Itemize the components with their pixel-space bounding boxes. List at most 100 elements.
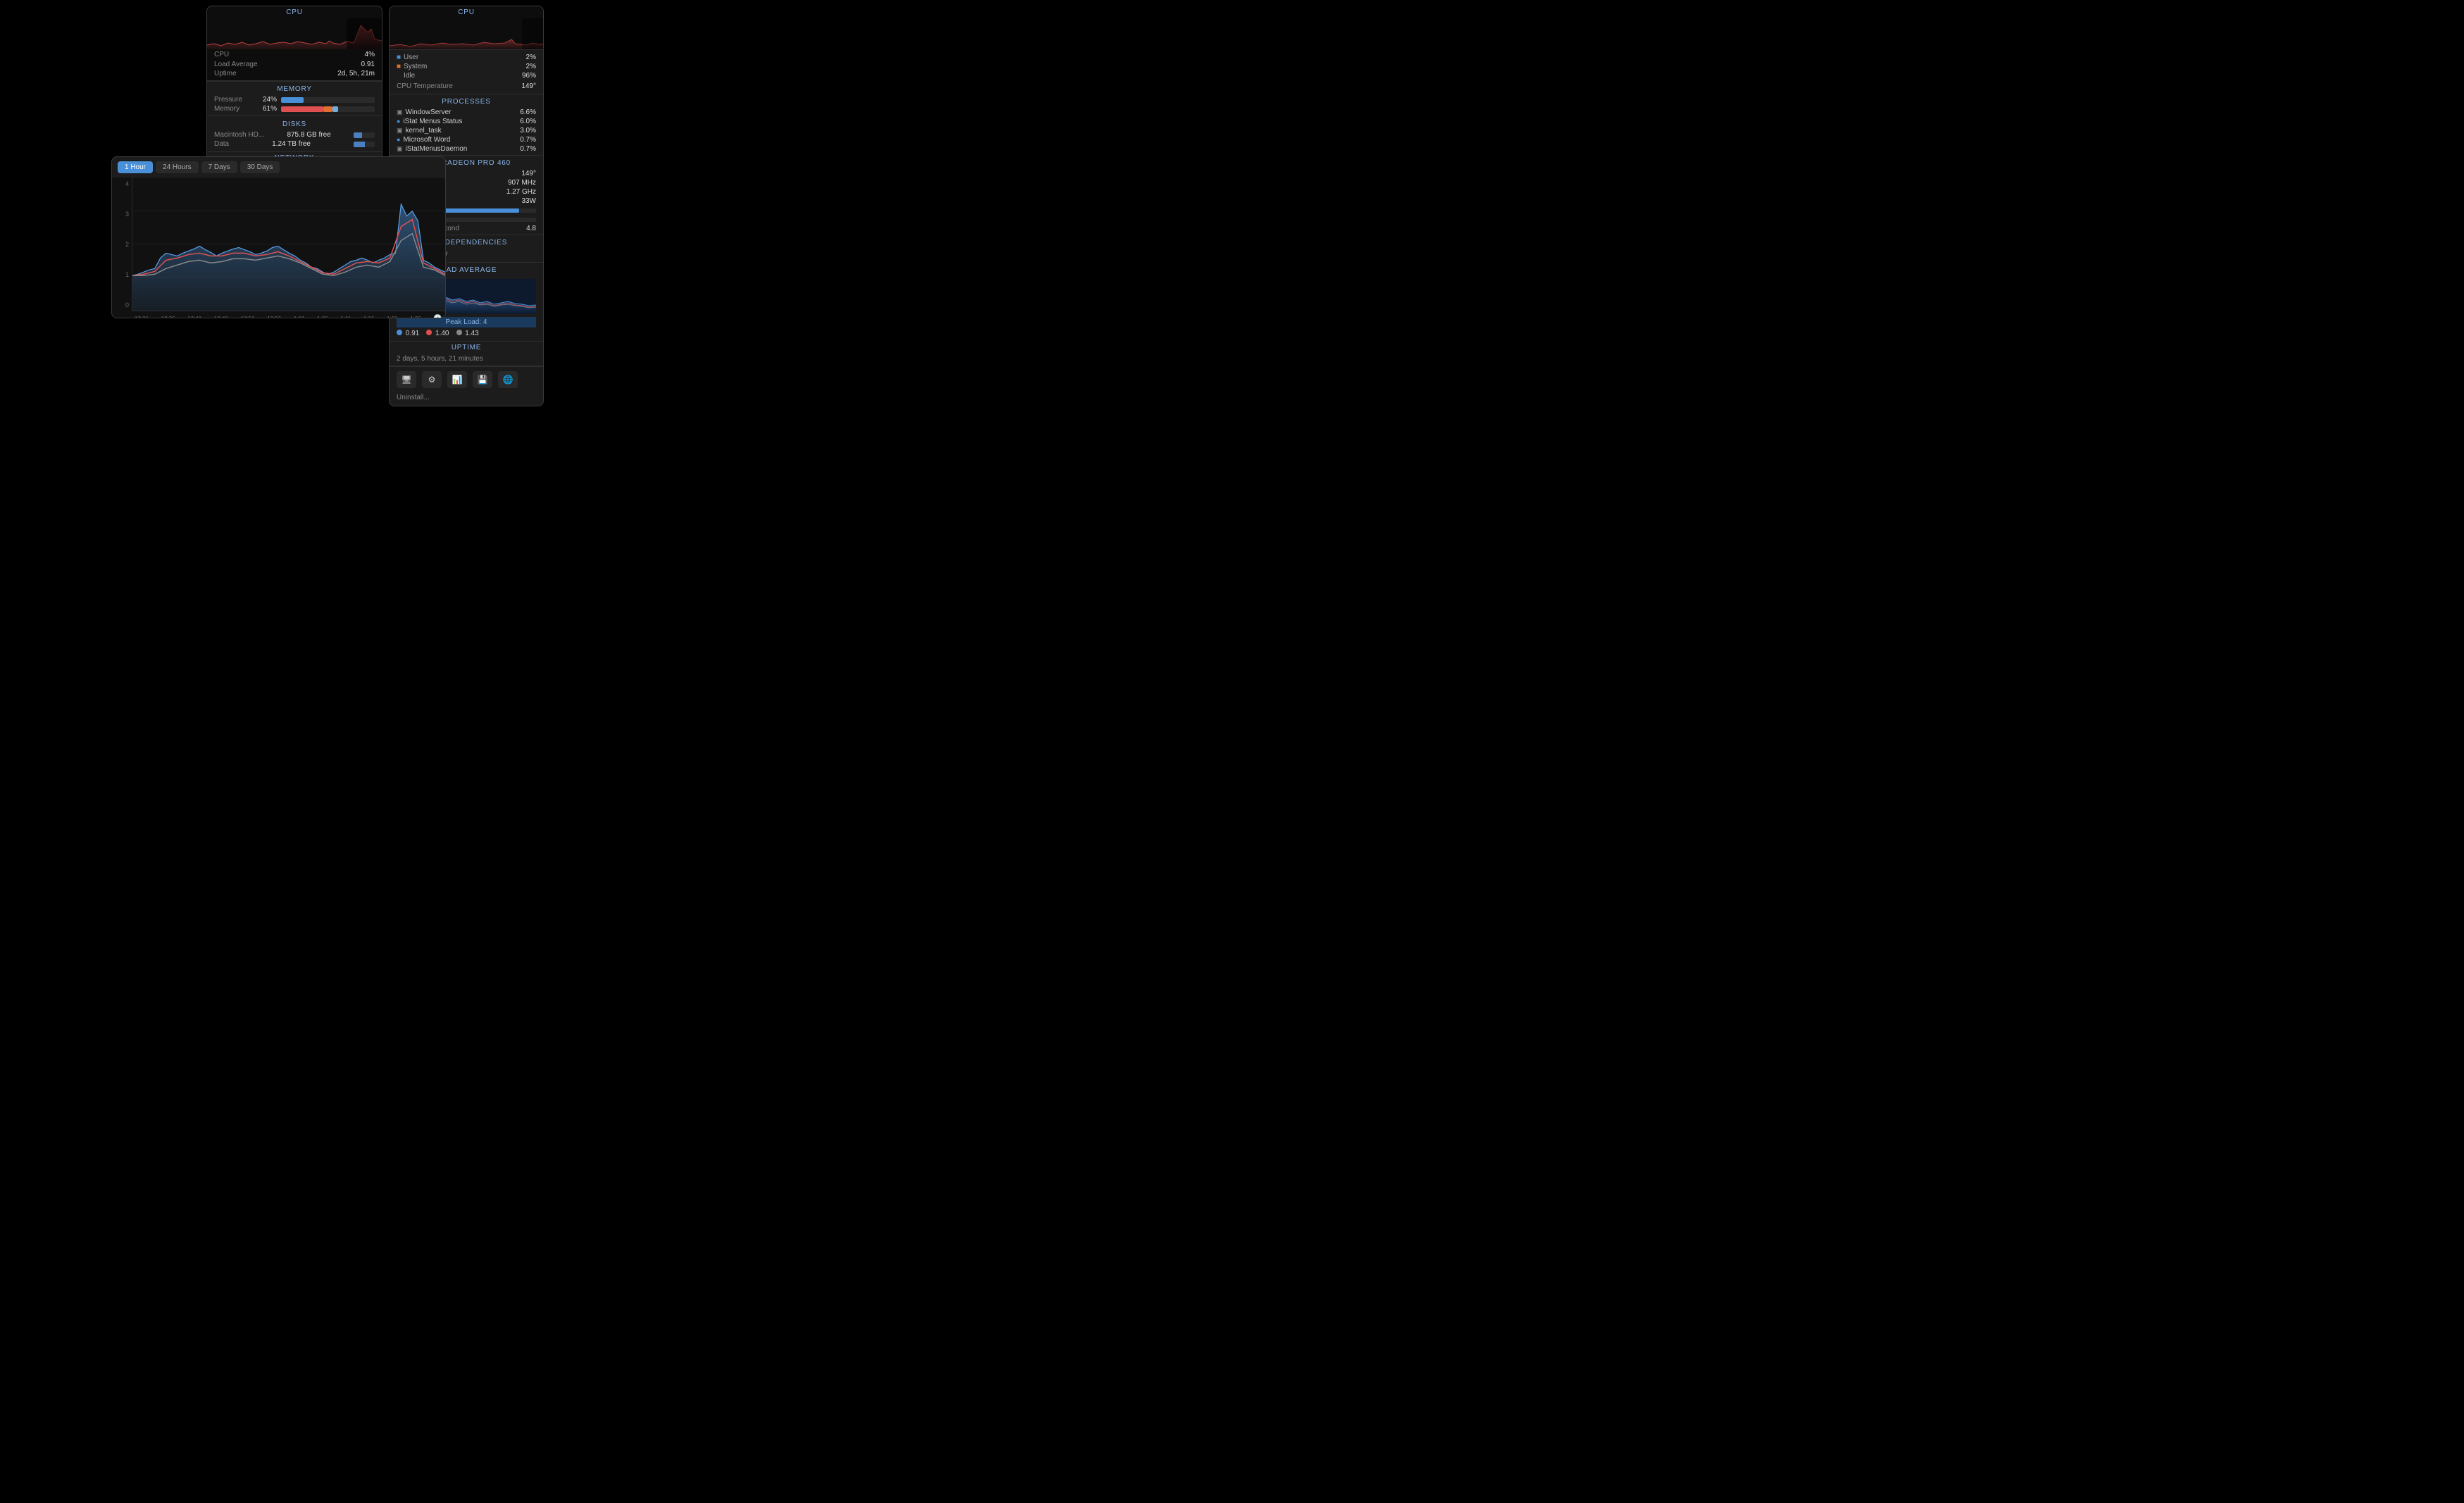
gpu-core-val: 907 MHz bbox=[508, 179, 536, 187]
load1-dot bbox=[397, 330, 402, 335]
proc-name-1: iStat Menus Status bbox=[403, 118, 520, 125]
disk1-bar-fill bbox=[354, 132, 362, 138]
load-legend: 0.91 1.40 1.43 bbox=[390, 328, 543, 339]
clock-icon: 🕐 bbox=[433, 315, 442, 319]
proc-pct-4: 0.7% bbox=[520, 145, 536, 153]
user-pct: 2% bbox=[526, 54, 536, 61]
proc-pct-1: 6.0% bbox=[520, 118, 536, 125]
icon-btn-4[interactable]: 💾 bbox=[473, 371, 492, 388]
chart-yaxis: 4 3 2 1 0 bbox=[112, 177, 132, 311]
x-label-8: 1:11 bbox=[340, 316, 351, 319]
x-label-5: 12:56 bbox=[267, 316, 281, 319]
uptime-title: UPTIME bbox=[390, 342, 543, 354]
uptime-section: UPTIME 2 days, 5 hours, 21 minutes bbox=[390, 342, 543, 366]
processes-title: PROCESSES bbox=[390, 96, 543, 108]
x-label-0: 12:31 bbox=[135, 316, 149, 319]
proc-icon-4: ▣ bbox=[397, 145, 403, 153]
uninstall-link[interactable]: Uninstall... bbox=[390, 392, 543, 406]
disk2-bar bbox=[354, 142, 375, 147]
tab-1-hour[interactable]: 1 Hour bbox=[118, 161, 153, 173]
cpu-value: 4% bbox=[365, 51, 375, 58]
memory-row: Memory 61% bbox=[214, 104, 375, 113]
tab-7-days[interactable]: 7 Days bbox=[201, 161, 237, 173]
y-label-0: 0 bbox=[115, 301, 129, 308]
disk2-free: 1.24 TB free bbox=[272, 140, 311, 148]
proc-name-0: WindowServer bbox=[406, 108, 521, 116]
pressure-pct: 24% bbox=[257, 96, 277, 104]
process-row-1: ● iStat Menus Status 6.0% bbox=[390, 117, 543, 126]
cpu-stats-section: ■ User 2% ■ System 2% ■ Idle 96% CPU Tem… bbox=[390, 50, 543, 94]
system-dot: ■ bbox=[397, 63, 401, 70]
system-label: System bbox=[404, 63, 526, 70]
disk2-bar-fill bbox=[354, 142, 366, 147]
gpu-processor-bar bbox=[431, 218, 536, 222]
bottom-icons-bar: 🖥 ⚙ 📊 💾 🌐 bbox=[390, 366, 543, 392]
load-avg-label: Load Average bbox=[214, 61, 258, 68]
y-label-1: 1 bbox=[115, 271, 129, 278]
cpu-graph-main bbox=[207, 18, 382, 49]
chart-tab-bar: 1 Hour 24 Hours 7 Days 30 Days bbox=[112, 157, 445, 177]
memory-bar bbox=[281, 106, 375, 112]
load1-entry: 0.91 bbox=[397, 330, 419, 337]
gpu-temp-val: 149° bbox=[521, 170, 536, 177]
load1-val: 0.91 bbox=[406, 330, 419, 337]
x-label-1: 12:36 bbox=[161, 316, 175, 319]
proc-name-4: iStatMenusDaemon bbox=[406, 145, 521, 153]
proc-icon-1: ● bbox=[397, 118, 400, 125]
gpu-memclock-val: 1.27 GHz bbox=[506, 188, 536, 196]
idle-label: Idle bbox=[404, 72, 522, 80]
disks-title: DISKS bbox=[214, 118, 375, 130]
proc-pct-2: 3.0% bbox=[520, 127, 536, 135]
uptime-text: 2 days, 5 hours, 21 minutes bbox=[390, 354, 543, 366]
memory-label: Memory bbox=[214, 105, 253, 113]
x-label-3: 12:46 bbox=[214, 316, 228, 319]
x-label-7: 1:06 bbox=[317, 316, 328, 319]
load15-entry: 1.43 bbox=[456, 330, 479, 337]
load-avg-row: Load Average 0.91 bbox=[207, 60, 382, 69]
disks-section: DISKS Macintosh HD... 875.8 GB free Data… bbox=[207, 115, 382, 151]
load15-dot bbox=[456, 330, 462, 335]
load15-val: 1.43 bbox=[465, 330, 478, 337]
right-widget-title: CPU bbox=[390, 6, 543, 18]
uptime-label: Uptime bbox=[214, 70, 237, 77]
x-label-10: 1:21 bbox=[387, 316, 398, 319]
user-label: User bbox=[404, 54, 526, 61]
user-row: ■ User 2% bbox=[397, 53, 536, 62]
y-label-2: 2 bbox=[115, 241, 129, 248]
proc-icon-2: ▣ bbox=[397, 127, 403, 135]
x-label-2: 12:41 bbox=[187, 316, 201, 319]
chart-xaxis: 12:31 12:36 12:41 12:46 12:51 12:56 1:01… bbox=[132, 311, 445, 318]
system-row: ■ System 2% bbox=[397, 62, 536, 71]
processes-section: PROCESSES ▣ WindowServer 6.6% ● iStat Me… bbox=[390, 94, 543, 156]
memory-bar-fill-orange bbox=[323, 106, 332, 112]
memory-bar-fill-blue bbox=[332, 106, 338, 112]
icon-btn-2[interactable]: ⚙ bbox=[422, 371, 442, 388]
disk2-row: Data 1.24 TB free bbox=[214, 139, 375, 149]
icon-btn-1[interactable]: 🖥 bbox=[397, 371, 416, 388]
icon-btn-3[interactable]: 📊 bbox=[447, 371, 467, 388]
peak-load-label: Peak Load: 4 bbox=[397, 317, 536, 328]
idle-row: ■ Idle 96% bbox=[397, 71, 536, 80]
process-row-4: ▣ iStatMenusDaemon 0.7% bbox=[390, 144, 543, 154]
load5-val: 1.40 bbox=[435, 330, 449, 337]
tab-24-hours[interactable]: 24 Hours bbox=[156, 161, 199, 173]
system-pct: 2% bbox=[526, 63, 536, 70]
pressure-bar bbox=[281, 97, 375, 103]
user-dot: ■ bbox=[397, 54, 401, 61]
pressure-row: Pressure 24% bbox=[214, 95, 375, 104]
proc-pct-3: 0.7% bbox=[520, 136, 536, 144]
right-cpu-graph bbox=[390, 18, 543, 49]
process-row-0: ▣ WindowServer 6.6% bbox=[390, 108, 543, 117]
cpu-temp-val: 149° bbox=[521, 82, 536, 90]
chart-area: 4 3 2 1 0 bbox=[112, 177, 445, 318]
x-label-11: 1:26 bbox=[410, 316, 421, 319]
uptime-value: 2d, 5h, 21m bbox=[337, 70, 375, 77]
disk1-name: Macintosh HD... bbox=[214, 131, 264, 139]
chart-panel: 1 Hour 24 Hours 7 Days 30 Days 4 3 2 1 0 bbox=[111, 156, 446, 318]
process-row-3: ● Microsoft Word 0.7% bbox=[390, 135, 543, 144]
disk2-name: Data bbox=[214, 140, 229, 148]
load5-dot bbox=[426, 330, 432, 335]
tab-30-days[interactable]: 30 Days bbox=[240, 161, 280, 173]
disk1-free: 875.8 GB free bbox=[287, 131, 330, 139]
icon-btn-5[interactable]: 🌐 bbox=[498, 371, 518, 388]
